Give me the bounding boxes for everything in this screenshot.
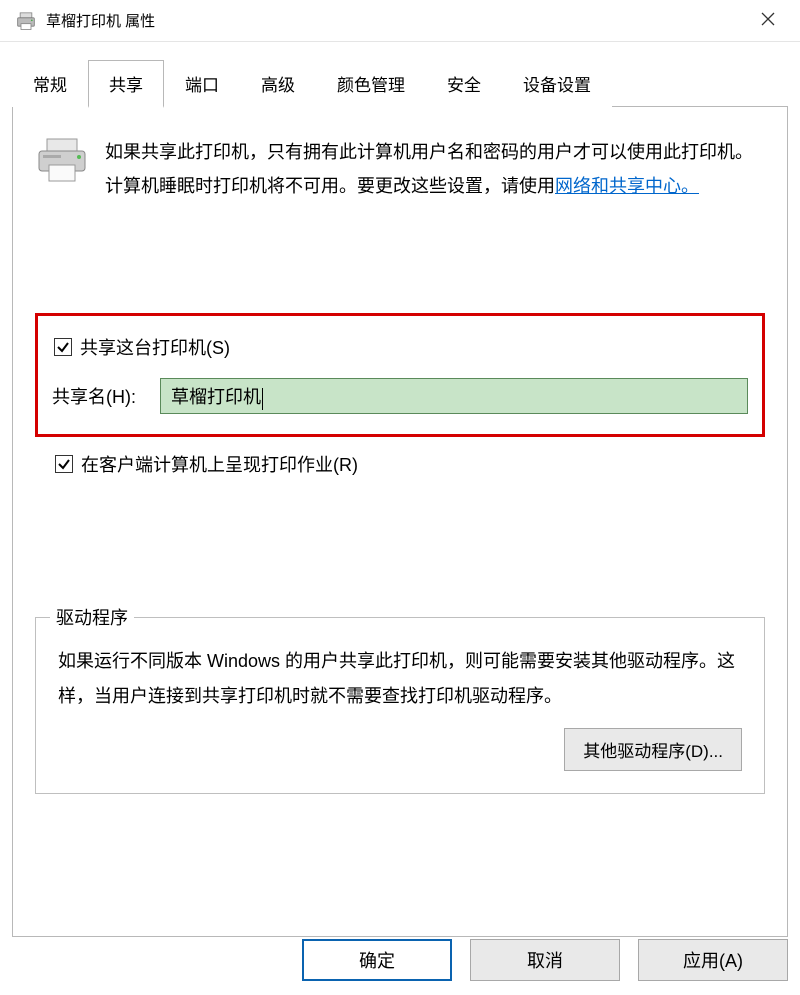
- tab-color-mgmt[interactable]: 颜色管理: [316, 60, 426, 107]
- close-icon[interactable]: [748, 10, 788, 31]
- render-client-checkbox[interactable]: [55, 455, 73, 473]
- render-client-checkbox-row: 在客户端计算机上呈现打印作业(R): [55, 451, 765, 477]
- additional-drivers-button[interactable]: 其他驱动程序(D)...: [564, 728, 742, 771]
- share-name-value: 草榴打印机: [171, 387, 261, 407]
- description-row: 如果共享此打印机，只有拥有此计算机用户名和密码的用户才可以使用此打印机。计算机睡…: [35, 135, 765, 203]
- drivers-group: 驱动程序 如果运行不同版本 Windows 的用户共享此打印机，则可能需要安装其…: [35, 617, 765, 793]
- network-sharing-link[interactable]: 网络和共享中心。: [555, 176, 699, 196]
- apply-button[interactable]: 应用(A): [638, 939, 788, 981]
- drivers-text: 如果运行不同版本 Windows 的用户共享此打印机，则可能需要安装其他驱动程序…: [58, 644, 742, 714]
- text-caret: [262, 388, 263, 410]
- tab-sharing[interactable]: 共享: [88, 60, 164, 108]
- tab-strip: 常规 共享 端口 高级 颜色管理 安全 设备设置: [0, 42, 800, 107]
- highlight-box: 共享这台打印机(S) 共享名(H): 草榴打印机: [35, 313, 765, 437]
- printer-icon: [16, 12, 36, 30]
- window-title: 草榴打印机 属性: [46, 10, 748, 31]
- tab-dev-settings[interactable]: 设备设置: [502, 60, 612, 107]
- dialog-buttons: 确定 取消 应用(A): [302, 939, 788, 981]
- description-text: 如果共享此打印机，只有拥有此计算机用户名和密码的用户才可以使用此打印机。计算机睡…: [105, 135, 765, 203]
- share-name-input[interactable]: 草榴打印机: [160, 378, 748, 414]
- tab-advanced[interactable]: 高级: [240, 60, 316, 107]
- printer-large-icon: [35, 137, 89, 183]
- titlebar: 草榴打印机 属性: [0, 0, 800, 42]
- tab-ports[interactable]: 端口: [164, 60, 240, 107]
- cancel-button[interactable]: 取消: [470, 939, 620, 981]
- ok-button[interactable]: 确定: [302, 939, 452, 981]
- drivers-legend: 驱动程序: [50, 604, 134, 630]
- tab-general[interactable]: 常规: [12, 60, 88, 107]
- share-name-label: 共享名(H):: [52, 383, 136, 409]
- render-client-label: 在客户端计算机上呈现打印作业(R): [81, 451, 358, 477]
- tab-security[interactable]: 安全: [426, 60, 502, 107]
- share-printer-checkbox-row: 共享这台打印机(S): [54, 334, 748, 360]
- share-printer-label: 共享这台打印机(S): [80, 334, 230, 360]
- tab-content: 如果共享此打印机，只有拥有此计算机用户名和密码的用户才可以使用此打印机。计算机睡…: [12, 107, 788, 937]
- share-printer-checkbox[interactable]: [54, 338, 72, 356]
- share-name-row: 共享名(H): 草榴打印机: [52, 378, 748, 414]
